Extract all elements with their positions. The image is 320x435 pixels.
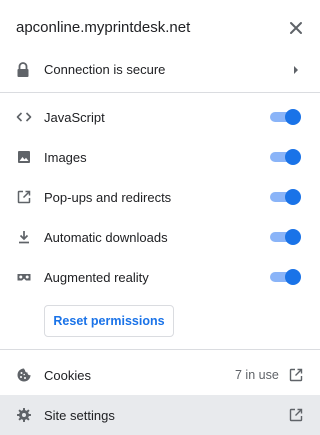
popup-header: apconline.myprintdesk.net	[0, 0, 320, 52]
popups-toggle[interactable]	[270, 189, 302, 205]
site-name: apconline.myprintdesk.net	[16, 19, 191, 36]
cookies-row[interactable]: Cookies 7 in use	[0, 355, 320, 395]
divider	[0, 349, 320, 350]
site-info-popup: apconline.myprintdesk.net Connection is …	[0, 0, 320, 435]
external-link-icon	[289, 408, 303, 422]
permission-row-augmented-reality: Augmented reality	[0, 257, 320, 297]
toggle-knob	[285, 229, 301, 245]
image-icon	[18, 151, 30, 163]
toggle-knob	[285, 269, 301, 285]
cookies-count: 7 in use	[235, 368, 279, 382]
ar-headset-icon	[17, 274, 31, 281]
permission-row-images: Images	[0, 137, 320, 177]
permission-row-popups: Pop-ups and redirects	[0, 177, 320, 217]
toggle-knob	[285, 109, 301, 125]
cookies-label: Cookies	[44, 368, 91, 383]
permission-label: Pop-ups and redirects	[44, 190, 172, 205]
close-icon	[290, 22, 302, 34]
images-toggle[interactable]	[270, 149, 302, 165]
permission-label: JavaScript	[44, 110, 105, 125]
site-settings-label: Site settings	[44, 408, 115, 423]
lock-icon	[17, 62, 29, 77]
code-icon	[16, 112, 32, 122]
cookie-icon	[17, 368, 31, 382]
permission-label: Augmented reality	[44, 270, 149, 285]
downloads-toggle[interactable]	[270, 229, 302, 245]
divider	[0, 92, 320, 93]
augmented-reality-toggle[interactable]	[270, 269, 302, 285]
download-icon	[19, 231, 29, 244]
toggle-knob	[285, 149, 301, 165]
permission-row-javascript: JavaScript	[0, 97, 320, 137]
javascript-toggle[interactable]	[270, 109, 302, 125]
gear-icon	[17, 408, 31, 422]
permission-row-downloads: Automatic downloads	[0, 217, 320, 257]
connection-security-row[interactable]: Connection is secure	[0, 52, 320, 88]
permission-label: Automatic downloads	[44, 230, 168, 245]
connection-label: Connection is secure	[44, 62, 166, 77]
popup-icon	[17, 190, 31, 204]
close-button[interactable]	[284, 16, 308, 40]
permission-label: Images	[44, 150, 87, 165]
chevron-right-icon	[294, 66, 298, 74]
reset-permissions-button[interactable]: Reset permissions	[44, 305, 174, 337]
toggle-knob	[285, 189, 301, 205]
external-link-icon	[289, 368, 303, 382]
site-settings-row[interactable]: Site settings	[0, 395, 320, 435]
